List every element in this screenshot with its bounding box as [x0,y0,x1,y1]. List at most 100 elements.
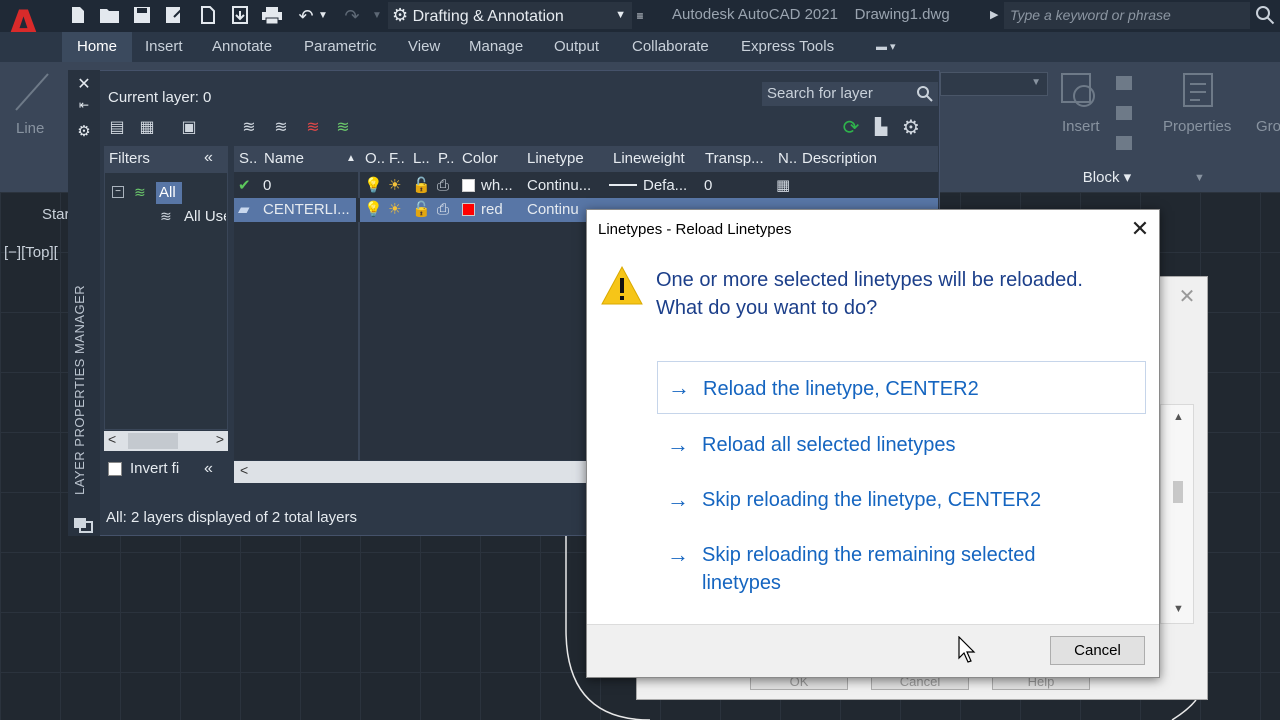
layer-search-input[interactable]: Search for layer [762,82,938,106]
workspace-switcher[interactable]: ⚙ Drafting & Annotation ▼ [388,2,632,29]
unlock-icon[interactable]: 🔓 [412,198,431,222]
close-icon[interactable]: ✕ [1126,215,1154,243]
lightbulb-on-icon[interactable]: 💡 [364,174,383,198]
col-lock[interactable]: L.. [413,146,435,172]
chevron-right-icon[interactable]: ▶ [990,8,998,21]
tab-view[interactable]: View [408,32,440,62]
new-layer-vp-frozen-icon[interactable]: ≋ [268,117,294,139]
new-file-icon[interactable] [66,5,90,27]
sun-thaw-icon[interactable]: ☀ [388,174,401,198]
start-tab[interactable]: Star [42,206,70,223]
insert-block-icon[interactable] [1058,70,1102,114]
block-panel-dropdown[interactable]: Block ▾ [1058,165,1156,191]
properties-dropdown-icon[interactable]: ▼ [1194,172,1205,184]
close-icon[interactable]: ✕ [1176,284,1198,308]
skip-linetype-option[interactable]: → Skip reloading the linetype, CENTER2 [657,486,1146,514]
save-as-icon[interactable] [162,5,186,27]
auto-hide-icon[interactable]: ⇤ [74,98,94,118]
layer-states-manager-icon[interactable]: ▣ [176,117,202,139]
sun-thaw-icon[interactable]: ☀ [388,198,401,222]
properties-icon[interactable] [1178,70,1222,114]
col-transparency[interactable]: Transp... [705,146,775,172]
tab-annotate[interactable]: Annotate [212,32,272,62]
bg-list-scrollbar[interactable]: ▲ ▼ [1160,404,1194,624]
vp-freeze-icon[interactable]: ▦ [776,174,790,198]
layer-name[interactable]: CENTERLI... [263,198,353,222]
col-plot[interactable]: P.. [438,146,460,172]
search-icon[interactable] [1254,4,1276,26]
line-tool-icon[interactable] [12,70,52,114]
col-status[interactable]: S.. [239,146,261,172]
reload-linetype-option[interactable]: → Reload the linetype, CENTER2 [657,361,1146,414]
cancel-button[interactable]: Cancel [1050,636,1145,665]
col-name[interactable]: Name [264,146,344,172]
new-group-filter-icon[interactable]: ▦ [134,117,160,139]
filters-scrollbar[interactable]: < > [104,431,228,451]
palette-properties-icon[interactable]: ⚙ [74,122,94,142]
tab-collaborate[interactable]: Collaborate [632,32,709,62]
close-icon[interactable]: ✕ [74,74,94,94]
tab-parametric[interactable]: Parametric [304,32,377,62]
skip-remaining-option[interactable]: → Skip reloading the remaining selected … [657,541,1146,599]
bg-cancel-button[interactable]: Cancel [871,676,969,690]
col-description[interactable]: Description [802,146,922,172]
ribbon-layer-dropdown[interactable]: ▼ [940,72,1048,96]
col-color[interactable]: Color [462,146,522,172]
layer-list-scrollbar[interactable]: < [234,461,594,483]
customize-toolbar-icon[interactable]: ≡ [632,5,648,27]
col-new-vp-freeze[interactable]: N.. [778,146,800,172]
col-lineweight[interactable]: Lineweight [613,146,703,172]
save-icon[interactable] [130,5,154,27]
tab-manage[interactable]: Manage [469,32,523,62]
tab-output[interactable]: Output [554,32,599,62]
open-folder-icon[interactable] [98,5,122,27]
col-linetype[interactable]: Linetype [527,146,609,172]
filter-all[interactable]: All [156,182,182,204]
help-button[interactable]: Help [992,676,1090,690]
col-freeze[interactable]: F.. [389,146,411,172]
publish-icon[interactable] [228,5,252,27]
printer-icon[interactable]: ⎙ [437,198,449,222]
refresh-icon[interactable]: ⟳ [838,117,864,139]
redo-dropdown-icon[interactable]: ▼ [370,5,384,27]
line-tool-label[interactable]: Line [16,120,44,137]
plot-icon[interactable] [260,5,284,27]
tab-insert[interactable]: Insert [145,32,183,62]
viewport-controls[interactable]: [−][Top][ [4,244,58,261]
layer-name[interactable]: 0 [263,174,353,198]
collapse-filters-icon[interactable]: « [204,149,213,167]
block-tools-icon[interactable] [1112,72,1138,162]
filter-all-used[interactable]: All Use [184,208,226,225]
properties-label[interactable]: Properties [1163,118,1231,135]
redo-icon[interactable]: ↷ [340,5,364,27]
new-layer-icon[interactable]: ≋ [236,117,262,139]
tab-home[interactable]: Home [62,32,132,62]
layer-transparency[interactable]: 0 [704,174,734,198]
ribbon-minimize-icon[interactable]: ▬ ▾ [876,40,910,54]
groups-label[interactable]: Gro [1256,118,1280,135]
tab-express-tools[interactable]: Express Tools [741,32,834,62]
set-current-icon[interactable]: ≋ [330,117,356,139]
reload-all-option[interactable]: → Reload all selected linetypes [657,431,1146,459]
layer-linetype[interactable]: Continu... [527,174,607,198]
layer-lineweight[interactable]: Defa... [609,174,701,198]
layer-color[interactable]: wh... [462,174,522,198]
tree-collapse-icon[interactable]: − [112,186,124,198]
new-property-filter-icon[interactable]: ▤ [104,117,130,139]
delete-layer-icon[interactable]: ≋ [300,117,326,139]
layer-translate-icon[interactable]: ▙ [868,117,894,139]
unlock-icon[interactable]: 🔓 [412,174,431,198]
printer-icon[interactable]: ⎙ [437,174,449,198]
insert-block-label[interactable]: Insert [1062,118,1100,135]
undo-dropdown-icon[interactable]: ▼ [316,5,330,27]
open-sheet-icon[interactable] [196,5,220,27]
invert-filter-checkbox[interactable] [108,462,122,476]
undo-icon[interactable]: ↶ [294,5,318,27]
settings-gear-icon[interactable]: ⚙ [898,117,924,139]
layer-linetype[interactable]: Continu [527,198,587,222]
keyword-search-input[interactable]: Type a keyword or phrase [1004,2,1250,29]
layer-color[interactable]: red [462,198,522,222]
collapse-icon[interactable]: « [204,460,213,478]
lightbulb-on-icon[interactable]: 💡 [364,198,383,222]
col-on[interactable]: O.. [365,146,387,172]
